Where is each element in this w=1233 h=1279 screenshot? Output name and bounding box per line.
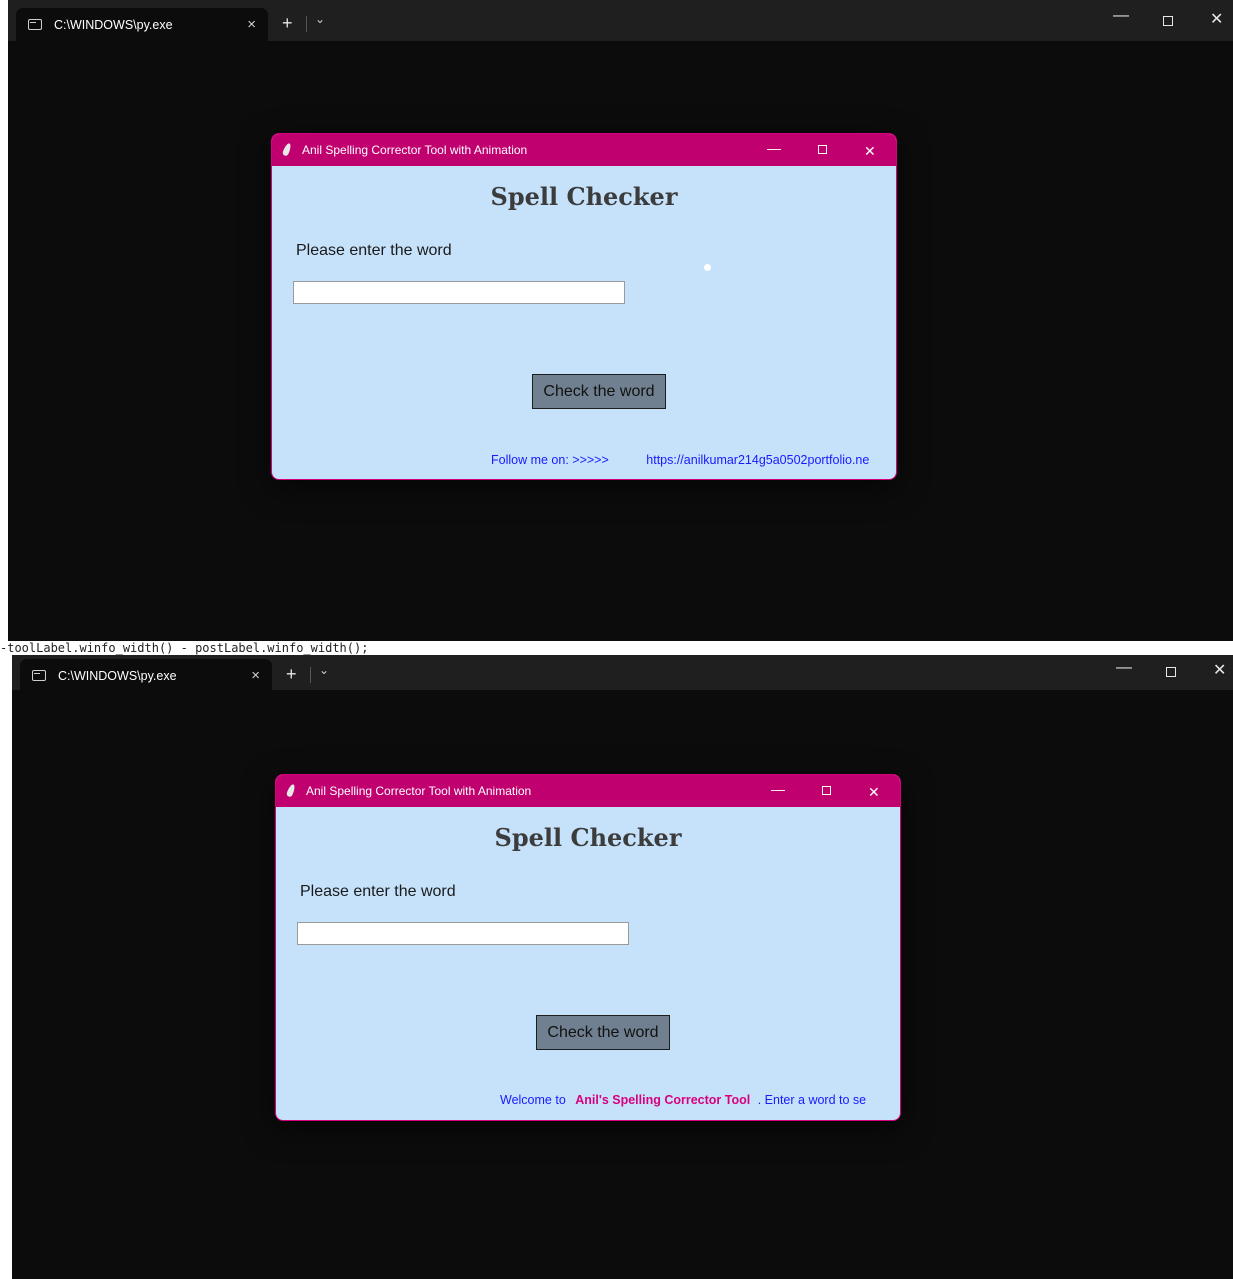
background-code-line: -toolLabel.winfo_width() - postLabel.win… [0, 641, 369, 655]
terminal-icon [28, 19, 42, 30]
close-button[interactable]: ✕ [1213, 663, 1226, 679]
maximize-button[interactable] [1163, 16, 1173, 26]
app-close-button[interactable]: ✕ [868, 784, 880, 800]
close-tab-icon[interactable]: × [251, 667, 260, 684]
chevron-down-icon[interactable]: ⌄ [315, 12, 325, 26]
new-tab-button[interactable]: + [286, 665, 297, 683]
app-name-text: Anil's Spelling Corrector Tool [575, 1093, 751, 1107]
animation-dot [704, 264, 711, 271]
app-minimize-button[interactable]: — [771, 781, 785, 797]
app-maximize-button[interactable] [818, 145, 827, 154]
terminal-tab-bar: C:\WINDOWS\py.exe × + ⌄ — ✕ [8, 0, 1233, 41]
spell-checker-window: Anil Spelling Corrector Tool with Animat… [275, 774, 901, 1121]
app-title: Anil Spelling Corrector Tool with Animat… [302, 143, 528, 157]
word-input[interactable] [297, 922, 629, 945]
page-title: Spell Checker [490, 182, 678, 211]
terminal-icon [32, 670, 46, 681]
close-button[interactable]: ✕ [1210, 12, 1223, 28]
tab-separator [306, 16, 307, 32]
terminal-tab[interactable]: C:\WINDOWS\py.exe × [16, 8, 268, 41]
instruction-text: . Enter a word to se [757, 1093, 867, 1107]
word-input[interactable] [293, 281, 625, 304]
tab-separator [310, 667, 311, 683]
chevron-down-icon[interactable]: ⌄ [319, 663, 329, 677]
terminal-window-bottom: C:\WINDOWS\py.exe × + ⌄ — ✕ Anil Spellin… [12, 655, 1233, 1279]
maximize-button[interactable] [1166, 667, 1176, 677]
app-title-bar: Anil Spelling Corrector Tool with Animat… [272, 134, 896, 166]
portfolio-link[interactable]: https://anilkumar214g5a0502portfolio.ne [646, 453, 869, 467]
new-tab-button[interactable]: + [282, 14, 293, 32]
feather-icon [281, 142, 293, 157]
terminal-tab-bar: C:\WINDOWS\py.exe × + ⌄ — ✕ [12, 655, 1233, 692]
minimize-button[interactable]: — [1113, 8, 1129, 24]
close-tab-icon[interactable]: × [247, 16, 256, 33]
terminal-window-top: C:\WINDOWS\py.exe × + ⌄ — ✕ Anil Spellin… [8, 0, 1233, 641]
app-maximize-button[interactable] [822, 786, 831, 795]
page-title: Spell Checker [494, 823, 682, 852]
check-word-button[interactable]: Check the word [532, 374, 666, 409]
footer-marquee: Follow me on: >>>>> https://anilkumar214… [491, 453, 869, 467]
minimize-button[interactable]: — [1116, 660, 1132, 676]
footer-marquee: Welcome to Anil's Spelling Corrector Too… [500, 1093, 866, 1107]
feather-icon [285, 783, 297, 798]
app-title-bar: Anil Spelling Corrector Tool with Animat… [276, 775, 900, 807]
terminal-tab[interactable]: C:\WINDOWS\py.exe × [20, 659, 272, 692]
terminal-tab-title: C:\WINDOWS\py.exe [58, 668, 177, 683]
word-prompt-label: Please enter the word [296, 242, 452, 259]
check-word-button[interactable]: Check the word [536, 1015, 670, 1050]
follow-label: Follow me on: >>>>> [491, 453, 609, 467]
word-prompt-label: Please enter the word [300, 883, 456, 900]
terminal-tab-title: C:\WINDOWS\py.exe [54, 17, 173, 32]
spell-checker-window: Anil Spelling Corrector Tool with Animat… [271, 133, 897, 480]
app-close-button[interactable]: ✕ [864, 143, 876, 159]
app-minimize-button[interactable]: — [767, 140, 781, 156]
welcome-text: Welcome to [500, 1093, 566, 1107]
app-title: Anil Spelling Corrector Tool with Animat… [306, 784, 532, 798]
